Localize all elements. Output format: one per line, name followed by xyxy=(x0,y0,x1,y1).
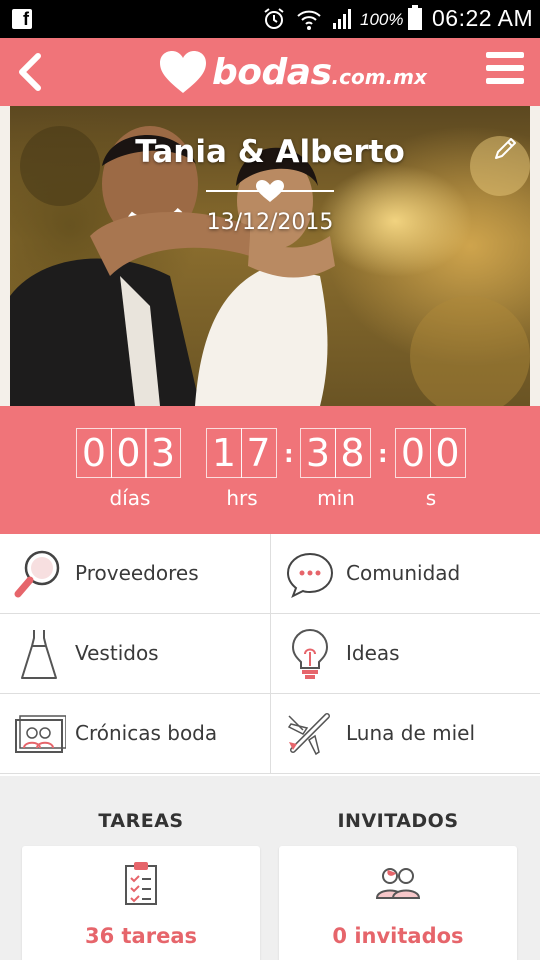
chat-bubble-icon xyxy=(286,552,334,599)
battery-icon xyxy=(408,5,422,30)
magnifier-icon xyxy=(14,550,60,598)
countdown-digit: 8 xyxy=(334,428,371,478)
guests-card[interactable]: 0 invitados xyxy=(279,846,517,960)
signal-icon xyxy=(333,9,351,29)
countdown-digit: 3 xyxy=(300,428,336,478)
countdown-digit: 0 xyxy=(110,428,147,478)
countdown-hours-label: hrs xyxy=(226,486,258,510)
photo-album-icon xyxy=(15,715,66,753)
wedding-countdown: 0 0 3 1 7 : 3 8 : 0 0 días hrs min s xyxy=(0,406,540,534)
countdown-seconds: 0 0 xyxy=(395,428,466,478)
guests-section-title: INVITADOS xyxy=(337,810,459,832)
countdown-seconds-label: s xyxy=(425,486,437,510)
countdown-digit: 0 xyxy=(76,428,112,478)
back-arrow-icon[interactable] xyxy=(10,48,50,96)
app-bar: bodas .com.mx xyxy=(0,38,540,106)
alarm-icon xyxy=(264,8,284,29)
countdown-hours: 1 7 xyxy=(206,428,277,478)
airplane-icon xyxy=(287,713,330,756)
menu-item-label: Proveedores xyxy=(75,561,199,585)
menu-item-luna-de-miel[interactable]: Luna de miel xyxy=(270,694,540,774)
menu-item-label: Luna de miel xyxy=(346,721,476,745)
wifi-icon xyxy=(297,10,321,30)
status-bar: f 100% 06:22 AM xyxy=(0,0,540,38)
guests-count: 0 invitados xyxy=(332,924,464,948)
countdown-separator: : xyxy=(378,440,388,468)
logo-domain: .com.mx xyxy=(331,65,427,89)
lightbulb-icon xyxy=(291,628,329,679)
countdown-minutes-label: min xyxy=(317,486,355,510)
couple-names: Tania & Alberto xyxy=(135,134,405,170)
wedding-date: 13/12/2015 xyxy=(206,210,334,235)
feature-menu-grid: Proveedores Comunidad Vestidos Ideas Cró… xyxy=(0,534,540,776)
app-logo: bodas .com.mx xyxy=(158,46,427,98)
guests-icon xyxy=(375,868,421,899)
hamburger-menu-icon[interactable] xyxy=(486,52,526,88)
menu-item-label: Crónicas boda xyxy=(75,721,218,745)
heart-divider-icon xyxy=(206,180,334,202)
countdown-separator: : xyxy=(284,440,294,468)
couple-photo-header: Tania & Alberto 13/12/2015 xyxy=(0,106,540,406)
menu-item-label: Ideas xyxy=(346,641,400,665)
tasks-card[interactable]: 36 tareas xyxy=(22,846,260,960)
tasks-section-title: TAREAS xyxy=(98,810,184,832)
menu-item-comunidad[interactable]: Comunidad xyxy=(270,534,540,614)
countdown-digit: 0 xyxy=(429,428,466,478)
menu-item-cronicas-boda[interactable]: Crónicas boda xyxy=(0,694,270,774)
facebook-icon: f xyxy=(12,9,32,29)
tasks-count: 36 tareas xyxy=(84,924,197,948)
countdown-digit: 3 xyxy=(145,428,181,478)
countdown-digit: 1 xyxy=(206,428,242,478)
logo-word: bodas xyxy=(212,51,332,93)
menu-item-vestidos[interactable]: Vestidos xyxy=(0,614,270,694)
edit-pencil-icon[interactable] xyxy=(490,134,520,164)
status-icons xyxy=(262,6,354,32)
dress-icon xyxy=(21,630,57,679)
clock: 06:22 AM xyxy=(432,5,534,31)
menu-item-ideas[interactable]: Ideas xyxy=(270,614,540,694)
planner-summary: TAREAS INVITADOS 36 tareas 0 invitados xyxy=(0,776,540,960)
menu-item-label: Vestidos xyxy=(75,641,159,665)
heart-logo-icon xyxy=(160,51,206,93)
countdown-days-label: días xyxy=(109,486,151,510)
countdown-days: 0 0 3 xyxy=(76,428,181,478)
countdown-digit: 7 xyxy=(240,428,277,478)
countdown-minutes: 3 8 xyxy=(300,428,371,478)
battery-percentage: 100% xyxy=(360,10,404,29)
countdown-digit: 0 xyxy=(395,428,431,478)
menu-item-proveedores[interactable]: Proveedores xyxy=(0,534,270,614)
clipboard-checklist-icon xyxy=(125,862,157,905)
menu-item-label: Comunidad xyxy=(346,561,461,585)
